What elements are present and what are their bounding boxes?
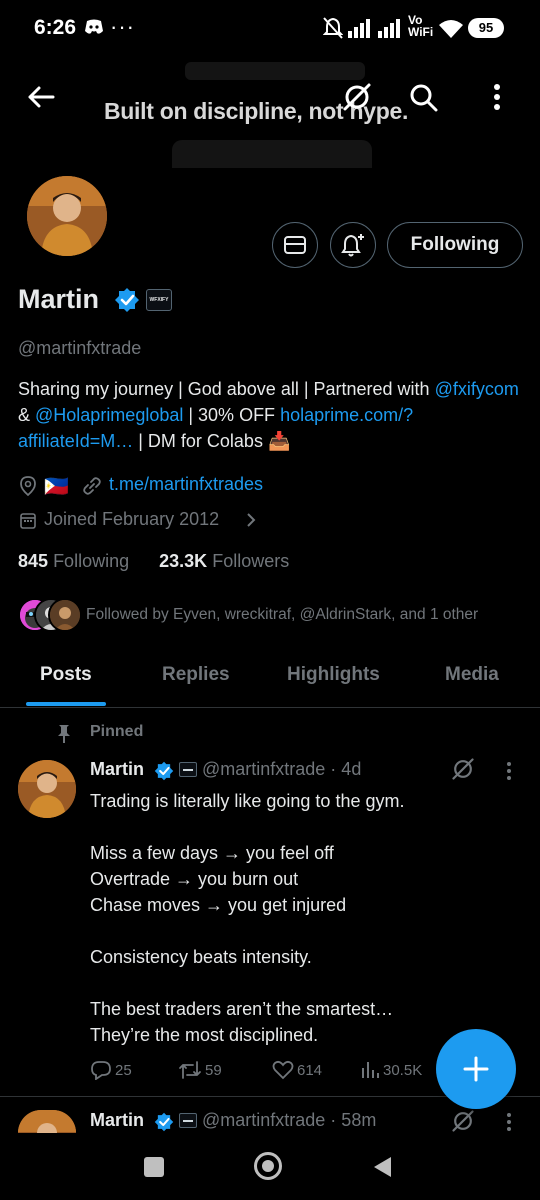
status-time: 6:26: [34, 16, 77, 39]
mail-icon: [284, 236, 306, 254]
bio-text: | DM for Colabs 📥: [133, 431, 291, 451]
bio-text: &: [18, 405, 36, 425]
plus-icon: [463, 1056, 489, 1082]
profile-banner: Built on discipline, not hype.: [0, 58, 540, 168]
bio-mention-fxify[interactable]: @fxifycom: [435, 379, 519, 399]
message-button[interactable]: [272, 222, 318, 268]
affiliate-badge[interactable]: WFXIFY: [146, 289, 172, 311]
affiliate-badge-label: WFXIFY: [149, 297, 169, 303]
followed-by-avatars[interactable]: [18, 598, 82, 634]
discord-icon: [84, 18, 104, 36]
affiliate-badge-small: [179, 762, 197, 777]
like-button[interactable]: 614: [272, 1060, 322, 1080]
followers-label: Followers: [212, 551, 290, 571]
recents-button[interactable]: [144, 1157, 164, 1177]
profile-avatar[interactable]: [24, 173, 110, 259]
reply-button[interactable]: 25: [90, 1060, 132, 1080]
profile-bio: Sharing my journey | God above all | Par…: [18, 376, 528, 454]
post-text: Trading is literally like going to the g…: [90, 791, 405, 1045]
triangle-back-icon: [374, 1157, 391, 1177]
grok-post-icon[interactable]: [450, 756, 476, 782]
following-count: 845: [18, 551, 49, 571]
status-bar: 6:26 ··· Vo WiFi 95: [0, 0, 540, 58]
post-more-icon[interactable]: [506, 761, 512, 781]
banner-graphic-lower: [172, 140, 372, 168]
signal-icon-1: [348, 18, 374, 38]
following-button[interactable]: Following: [387, 222, 523, 268]
battery-indicator: 95: [468, 18, 504, 38]
following-count-link[interactable]: 845 Following: [18, 551, 129, 571]
followed-by-text[interactable]: Followed by Eyven, wreckitraf, @AldrinSt…: [86, 606, 478, 624]
post-author-name[interactable]: Martin: [90, 1110, 144, 1131]
tab-media[interactable]: Media: [445, 664, 499, 686]
chevron-right-icon[interactable]: [246, 512, 256, 528]
wifi-icon: [438, 18, 464, 38]
notifications-button[interactable]: [330, 222, 376, 268]
post-handle-time[interactable]: @martinfxtrade · 4d: [202, 759, 361, 780]
signal-icon-2: [378, 18, 404, 38]
link-icon: [82, 476, 102, 496]
bell-plus-icon: [341, 234, 364, 257]
post-handle-time[interactable]: @martinfxtrade · 58m: [202, 1110, 376, 1131]
tab-highlights[interactable]: Highlights: [287, 664, 380, 686]
vowifi-label: Vo WiFi: [408, 13, 434, 39]
verified-badge-icon: [154, 761, 174, 781]
followers-count: 23.3K: [159, 551, 208, 571]
banner-graphic: [185, 62, 365, 80]
view-count: 30.5K: [383, 1061, 423, 1079]
profile-name: Martin: [18, 284, 99, 314]
verified-badge-icon: [114, 287, 140, 313]
mute-icon: [323, 17, 343, 39]
tab-replies[interactable]: Replies: [162, 664, 230, 686]
arrow-left-icon: [28, 86, 55, 108]
pin-icon: [56, 724, 72, 744]
calendar-icon: [20, 511, 36, 529]
bio-text: | 30% OFF: [183, 405, 281, 425]
more-notifications-icon: ···: [110, 14, 135, 39]
verified-badge-icon: [154, 1112, 174, 1132]
location-icon: [20, 476, 36, 496]
following-label: Following: [53, 551, 130, 571]
heart-icon: [272, 1060, 294, 1080]
more-options-button[interactable]: [474, 74, 520, 120]
reply-icon: [91, 1061, 111, 1080]
pinned-label: Pinned: [90, 723, 144, 740]
system-navigation-bar: [0, 1133, 540, 1200]
tabs-divider: [0, 707, 540, 708]
search-button[interactable]: [400, 74, 446, 120]
profile-handle: @martinfxtrade: [18, 338, 142, 358]
tab-posts[interactable]: Posts: [40, 664, 92, 686]
search-icon: [410, 84, 438, 112]
followers-count-link[interactable]: 23.3K Followers: [159, 551, 289, 571]
bio-mention-holaprime[interactable]: @Holaprimeglobal: [35, 405, 183, 425]
back-button[interactable]: [18, 74, 64, 120]
reply-count: 25: [115, 1061, 132, 1079]
post-author-name[interactable]: Martin: [90, 759, 144, 780]
grok-button[interactable]: [334, 74, 380, 120]
active-tab-indicator: [26, 702, 106, 706]
views-icon: [362, 1062, 379, 1078]
repost-icon: [179, 1061, 201, 1079]
like-count: 614: [297, 1061, 323, 1079]
home-button[interactable]: [254, 1152, 282, 1180]
follow-counts: 845 Following 23.3K Followers: [18, 551, 289, 572]
compose-post-button[interactable]: [436, 1029, 516, 1109]
location-flag: 🇵🇭: [44, 476, 69, 498]
website-link[interactable]: t.me/martinfxtrades: [109, 474, 263, 495]
post-author-avatar[interactable]: [18, 1110, 76, 1133]
repost-count: 59: [205, 1061, 222, 1079]
follower-avatar: [48, 598, 82, 632]
joined-date: Joined February 2012: [44, 509, 220, 529]
views-button[interactable]: 30.5K: [360, 1060, 422, 1080]
post-more-icon[interactable]: [506, 1112, 512, 1132]
repost-button[interactable]: 59: [178, 1060, 222, 1080]
back-nav-button[interactable]: [372, 1155, 392, 1179]
vertical-dots-icon: [494, 84, 500, 110]
grok-post-icon[interactable]: [450, 1108, 476, 1134]
post-author-avatar[interactable]: [18, 760, 76, 818]
bio-text: Sharing my journey | God above all | Par…: [18, 379, 435, 399]
affiliate-badge-small: [179, 1113, 197, 1128]
grok-icon: [343, 83, 371, 111]
